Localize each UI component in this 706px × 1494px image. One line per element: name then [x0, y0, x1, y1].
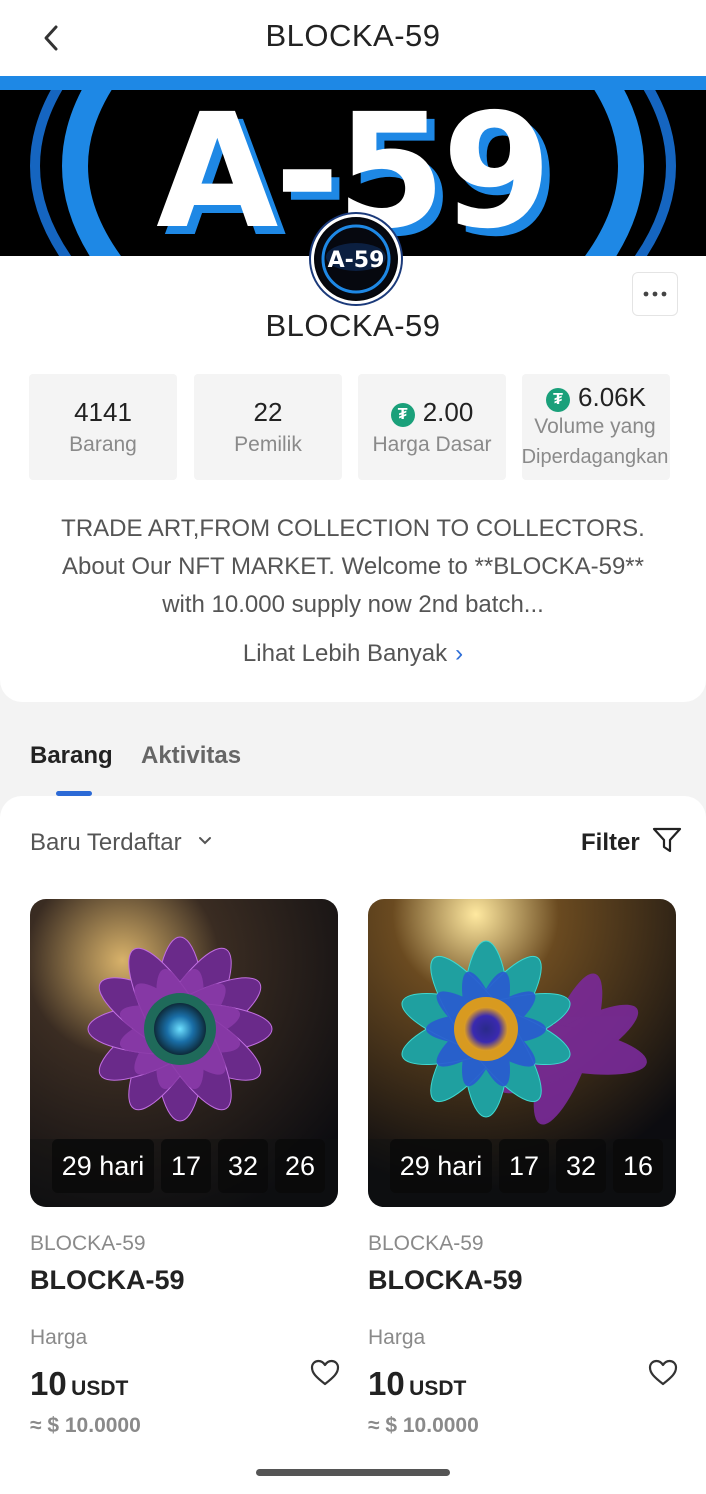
collection-name: BLOCKA-59 — [265, 308, 441, 343]
avatar-logo: A-59 — [316, 219, 396, 299]
tether-icon: ₮ — [546, 388, 571, 412]
price-label: Harga — [30, 1326, 88, 1349]
tab-activity[interactable]: Aktivitas — [141, 738, 241, 774]
stat-items-value: 4141 — [74, 397, 132, 427]
more-horizontal-icon — [643, 291, 667, 297]
heart-icon — [310, 1359, 340, 1386]
countdown-days: 29 hari — [390, 1139, 492, 1193]
stat-volume-label-2: Diperdagangkan — [521, 446, 669, 468]
stat-volume-value: 6.06K — [578, 382, 646, 412]
chevron-right-icon: › — [455, 640, 464, 667]
avatar: A-59 — [311, 214, 401, 304]
item-price: 10 USDT — [30, 1364, 128, 1411]
stat-items-label: Barang — [69, 433, 137, 456]
stat-volume-label-1: Volume yang — [534, 415, 656, 438]
countdown-hours: 17 — [161, 1139, 211, 1193]
stat-floor-price-value: 2.00 — [422, 397, 474, 427]
item-collection: BLOCKA-59 — [368, 1232, 484, 1255]
sort-dropdown[interactable]: Baru Terdaftar — [30, 826, 212, 860]
stat-volume: ₮ 6.06K Volume yang Diperdagangkan — [522, 374, 670, 480]
tether-icon: ₮ — [390, 403, 415, 427]
stat-owners: 22 Pemilik — [194, 374, 342, 480]
countdown-seconds: 26 — [275, 1139, 325, 1193]
description-line: with 10.000 supply now 2nd batch... — [162, 591, 544, 618]
price-label: Harga — [368, 1326, 426, 1349]
tab-items[interactable]: Barang — [30, 738, 113, 774]
item-name[interactable]: BLOCKA-59 — [368, 1262, 523, 1298]
stat-floor-price: ₮ 2.00 Harga Dasar — [358, 374, 506, 480]
countdown-days: 29 hari — [52, 1139, 154, 1193]
heart-icon — [648, 1359, 678, 1386]
item-collection: BLOCKA-59 — [30, 1232, 146, 1255]
stat-owners-label: Pemilik — [234, 433, 302, 456]
home-indicator — [256, 1469, 450, 1476]
stat-owners-value: 22 — [253, 397, 283, 427]
filter-label: Filter — [581, 829, 640, 856]
countdown-minutes: 32 — [556, 1139, 606, 1193]
description-line: TRADE ART,FROM COLLECTION TO COLLECTORS. — [61, 515, 645, 542]
usd-equivalent: ≈ $ 10.0000 — [30, 1414, 141, 1437]
item-price: 10 USDT — [368, 1364, 466, 1411]
collection-description: TRADE ART,FROM COLLECTION TO COLLECTORS.… — [20, 510, 686, 624]
usd-equivalent: ≈ $ 10.0000 — [368, 1414, 479, 1437]
countdown-seconds: 16 — [613, 1139, 663, 1193]
see-more-link[interactable]: Lihat Lebih Banyak › — [0, 636, 706, 672]
price-value: 10 — [30, 1365, 67, 1402]
favorite-button[interactable] — [648, 1358, 678, 1388]
description-line: About Our NFT MARKET. Welcome to **BLOCK… — [62, 553, 644, 580]
price-currency: USDT — [409, 1377, 467, 1400]
page-title: BLOCKA-59 — [265, 18, 441, 53]
sort-label: Baru Terdaftar — [30, 829, 182, 856]
chevron-down-icon — [199, 837, 212, 845]
price-value: 10 — [368, 1365, 405, 1402]
item-name[interactable]: BLOCKA-59 — [30, 1262, 185, 1298]
favorite-button[interactable] — [310, 1358, 340, 1388]
stat-floor-price-label: Harga Dasar — [372, 433, 492, 456]
countdown-minutes: 32 — [218, 1139, 268, 1193]
filter-button[interactable]: Filter — [581, 826, 682, 860]
price-currency: USDT — [71, 1377, 129, 1400]
avatar-text: A-59 — [328, 248, 385, 273]
filter-icon — [653, 827, 682, 853]
stat-items: 4141 Barang — [29, 374, 177, 480]
countdown-hours: 17 — [499, 1139, 549, 1193]
see-more-label: Lihat Lebih Banyak — [242, 640, 448, 667]
